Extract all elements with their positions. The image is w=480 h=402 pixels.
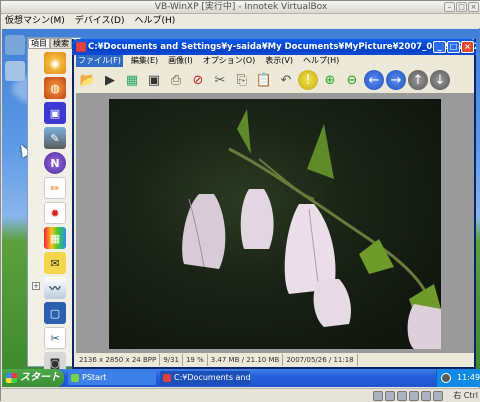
up-icon[interactable]: ↑ bbox=[408, 70, 428, 90]
chart-icon[interactable]: 〰 bbox=[44, 277, 66, 299]
start-button[interactable]: スタート bbox=[2, 369, 64, 387]
viewer-maximize-button[interactable]: □ bbox=[447, 41, 460, 53]
folder-open-icon[interactable]: 📂 bbox=[78, 70, 98, 90]
gimp-icon[interactable]: ✎ bbox=[44, 127, 66, 149]
media-player-icon[interactable]: ◉ bbox=[44, 52, 66, 74]
host-menu-help[interactable]: ヘルプ(H) bbox=[134, 14, 175, 28]
system-tray: 11:49 bbox=[436, 369, 480, 387]
menu-options[interactable]: オプション(O) bbox=[201, 55, 258, 67]
status-index: 9/31 bbox=[160, 354, 183, 366]
task-pstart-label: PStart bbox=[82, 373, 107, 382]
host-key-label: 右 Ctrl bbox=[453, 391, 478, 400]
square-window-icon[interactable]: ▢ bbox=[44, 302, 66, 324]
host-title-bar: VB-WinXP [実行中] - Innotek VirtualBox – □ … bbox=[1, 1, 480, 14]
viewer-title-bar: C:¥Documents and Settings¥y-saida¥My Doc… bbox=[72, 39, 476, 55]
tools-icon[interactable]: ✂ bbox=[44, 327, 66, 349]
print-icon[interactable]: ⎙ bbox=[166, 70, 186, 90]
host-status-bar: 右 Ctrl bbox=[1, 388, 480, 402]
floppy-indicator-icon[interactable] bbox=[397, 391, 407, 401]
task-pstart[interactable]: PStart bbox=[68, 371, 156, 385]
floppy-save-icon[interactable]: ▣ bbox=[44, 102, 66, 124]
mouse-capture-icon[interactable] bbox=[433, 391, 443, 401]
guest-taskbar: スタート PStart C:¥Documents and S... 11:49 bbox=[2, 369, 480, 387]
next-icon[interactable]: → bbox=[386, 70, 406, 90]
down-icon[interactable]: ↓ bbox=[430, 70, 450, 90]
pencil-icon[interactable]: ✏ bbox=[44, 177, 66, 199]
task-viewer-label: C:¥Documents and S... bbox=[174, 373, 250, 382]
host-menu-bar: 仮想マシン(M) デバイス(D) ヘルプ(H) bbox=[1, 14, 480, 28]
viewer-status-bar: 2136 x 2850 x 24 BPP 9/31 19 % 3.47 MB /… bbox=[76, 354, 474, 366]
host-maximize-button[interactable]: □ bbox=[456, 2, 467, 12]
tray-status-icon[interactable] bbox=[441, 373, 451, 383]
cdrom-indicator-icon[interactable] bbox=[385, 391, 395, 401]
flower-illustration bbox=[182, 109, 441, 349]
paste-icon[interactable]: 📋 bbox=[254, 70, 274, 90]
image-canvas bbox=[76, 93, 474, 353]
viewer-app-icon bbox=[76, 42, 86, 52]
viewer-minimize-button[interactable]: _ bbox=[433, 41, 446, 53]
viewer-toolbar: 📂 ▶ ▦ ▣ ⎙ ⊘ ✂ ⎘ 📋 ↶ ! ⊕ ⊖ ← → ↑ ↓ bbox=[76, 68, 474, 92]
menu-help[interactable]: ヘルプ(H) bbox=[301, 55, 341, 67]
desktop-icon[interactable] bbox=[5, 35, 25, 55]
host-menu-devices[interactable]: デバイス(D) bbox=[75, 14, 125, 28]
hdd-indicator-icon[interactable] bbox=[373, 391, 383, 401]
previous-icon[interactable]: ← bbox=[364, 70, 384, 90]
windows-logo-icon bbox=[6, 373, 17, 383]
viewer-close-button[interactable]: × bbox=[461, 41, 474, 53]
viewer-task-icon bbox=[163, 374, 171, 382]
status-filesize: 3.47 MB / 21.10 MB bbox=[208, 354, 284, 366]
host-minimize-button[interactable]: – bbox=[444, 2, 455, 12]
paint-splash-icon[interactable]: ✹ bbox=[44, 202, 66, 224]
host-close-button[interactable]: × bbox=[468, 2, 479, 12]
cut-icon[interactable]: ✂ bbox=[210, 70, 230, 90]
slideshow-icon[interactable]: ▶ bbox=[100, 70, 120, 90]
clock: 11:49 bbox=[457, 373, 480, 382]
status-datetime: 2007/05/26 / 11:18 bbox=[283, 354, 358, 366]
menu-view[interactable]: 表示(V) bbox=[263, 55, 295, 67]
zoom-in-icon[interactable]: ⊕ bbox=[320, 70, 340, 90]
mail-icon[interactable]: ✉ bbox=[44, 252, 66, 274]
start-label: スタート bbox=[20, 372, 60, 383]
launcher-icon-list: ◉ ◍ ▣ ✎ N ✏ ✹ ▦ ✉ 〰 ▢ ✂ ◙ bbox=[44, 52, 68, 377]
thumbnails-icon[interactable]: ▦ bbox=[122, 70, 142, 90]
menu-file[interactable]: ファイル(F) bbox=[76, 55, 123, 67]
usb-indicator-icon[interactable] bbox=[421, 391, 431, 401]
save-icon[interactable]: ▣ bbox=[144, 70, 164, 90]
viewer-menu-bar: ファイル(F) 編集(E) 画像(I) オプション(O) 表示(V) ヘルプ(H… bbox=[74, 55, 474, 67]
info-icon[interactable]: ! bbox=[298, 70, 318, 90]
host-title: VB-WinXP [実行中] - Innotek VirtualBox bbox=[154, 2, 328, 12]
expand-toggle-icon[interactable]: + bbox=[32, 282, 40, 290]
status-dimensions: 2136 x 2850 x 24 BPP bbox=[76, 354, 161, 366]
desktop-icon[interactable] bbox=[5, 61, 25, 81]
panel-tab-items[interactable]: 項目 bbox=[28, 38, 50, 48]
status-zoom: 19 % bbox=[183, 354, 208, 366]
copy-icon[interactable]: ⎘ bbox=[232, 70, 252, 90]
undo-icon[interactable]: ↶ bbox=[276, 70, 296, 90]
image-viewer-window: C:¥Documents and Settings¥y-saida¥My Doc… bbox=[72, 39, 476, 369]
zoom-out-icon[interactable]: ⊖ bbox=[342, 70, 362, 90]
pstart-task-icon bbox=[71, 374, 79, 382]
task-image-viewer[interactable]: C:¥Documents and S... bbox=[160, 371, 250, 385]
menu-edit[interactable]: 編集(E) bbox=[129, 55, 160, 67]
panel-tab-search[interactable]: 検索 bbox=[50, 38, 72, 48]
network-indicator-icon[interactable] bbox=[409, 391, 419, 401]
viewer-title: C:¥Documents and Settings¥y-saida¥My Doc… bbox=[88, 42, 476, 52]
host-menu-machine[interactable]: 仮想マシン(M) bbox=[5, 14, 65, 28]
delete-icon[interactable]: ⊘ bbox=[188, 70, 208, 90]
flower-photo bbox=[109, 99, 441, 349]
film-icon[interactable]: ▦ bbox=[44, 227, 66, 249]
firefox-icon[interactable]: ◍ bbox=[44, 77, 66, 99]
nvu-icon[interactable]: N bbox=[44, 152, 66, 174]
menu-image[interactable]: 画像(I) bbox=[166, 55, 195, 67]
virtualbox-window: VB-WinXP [実行中] - Innotek VirtualBox – □ … bbox=[0, 0, 480, 402]
